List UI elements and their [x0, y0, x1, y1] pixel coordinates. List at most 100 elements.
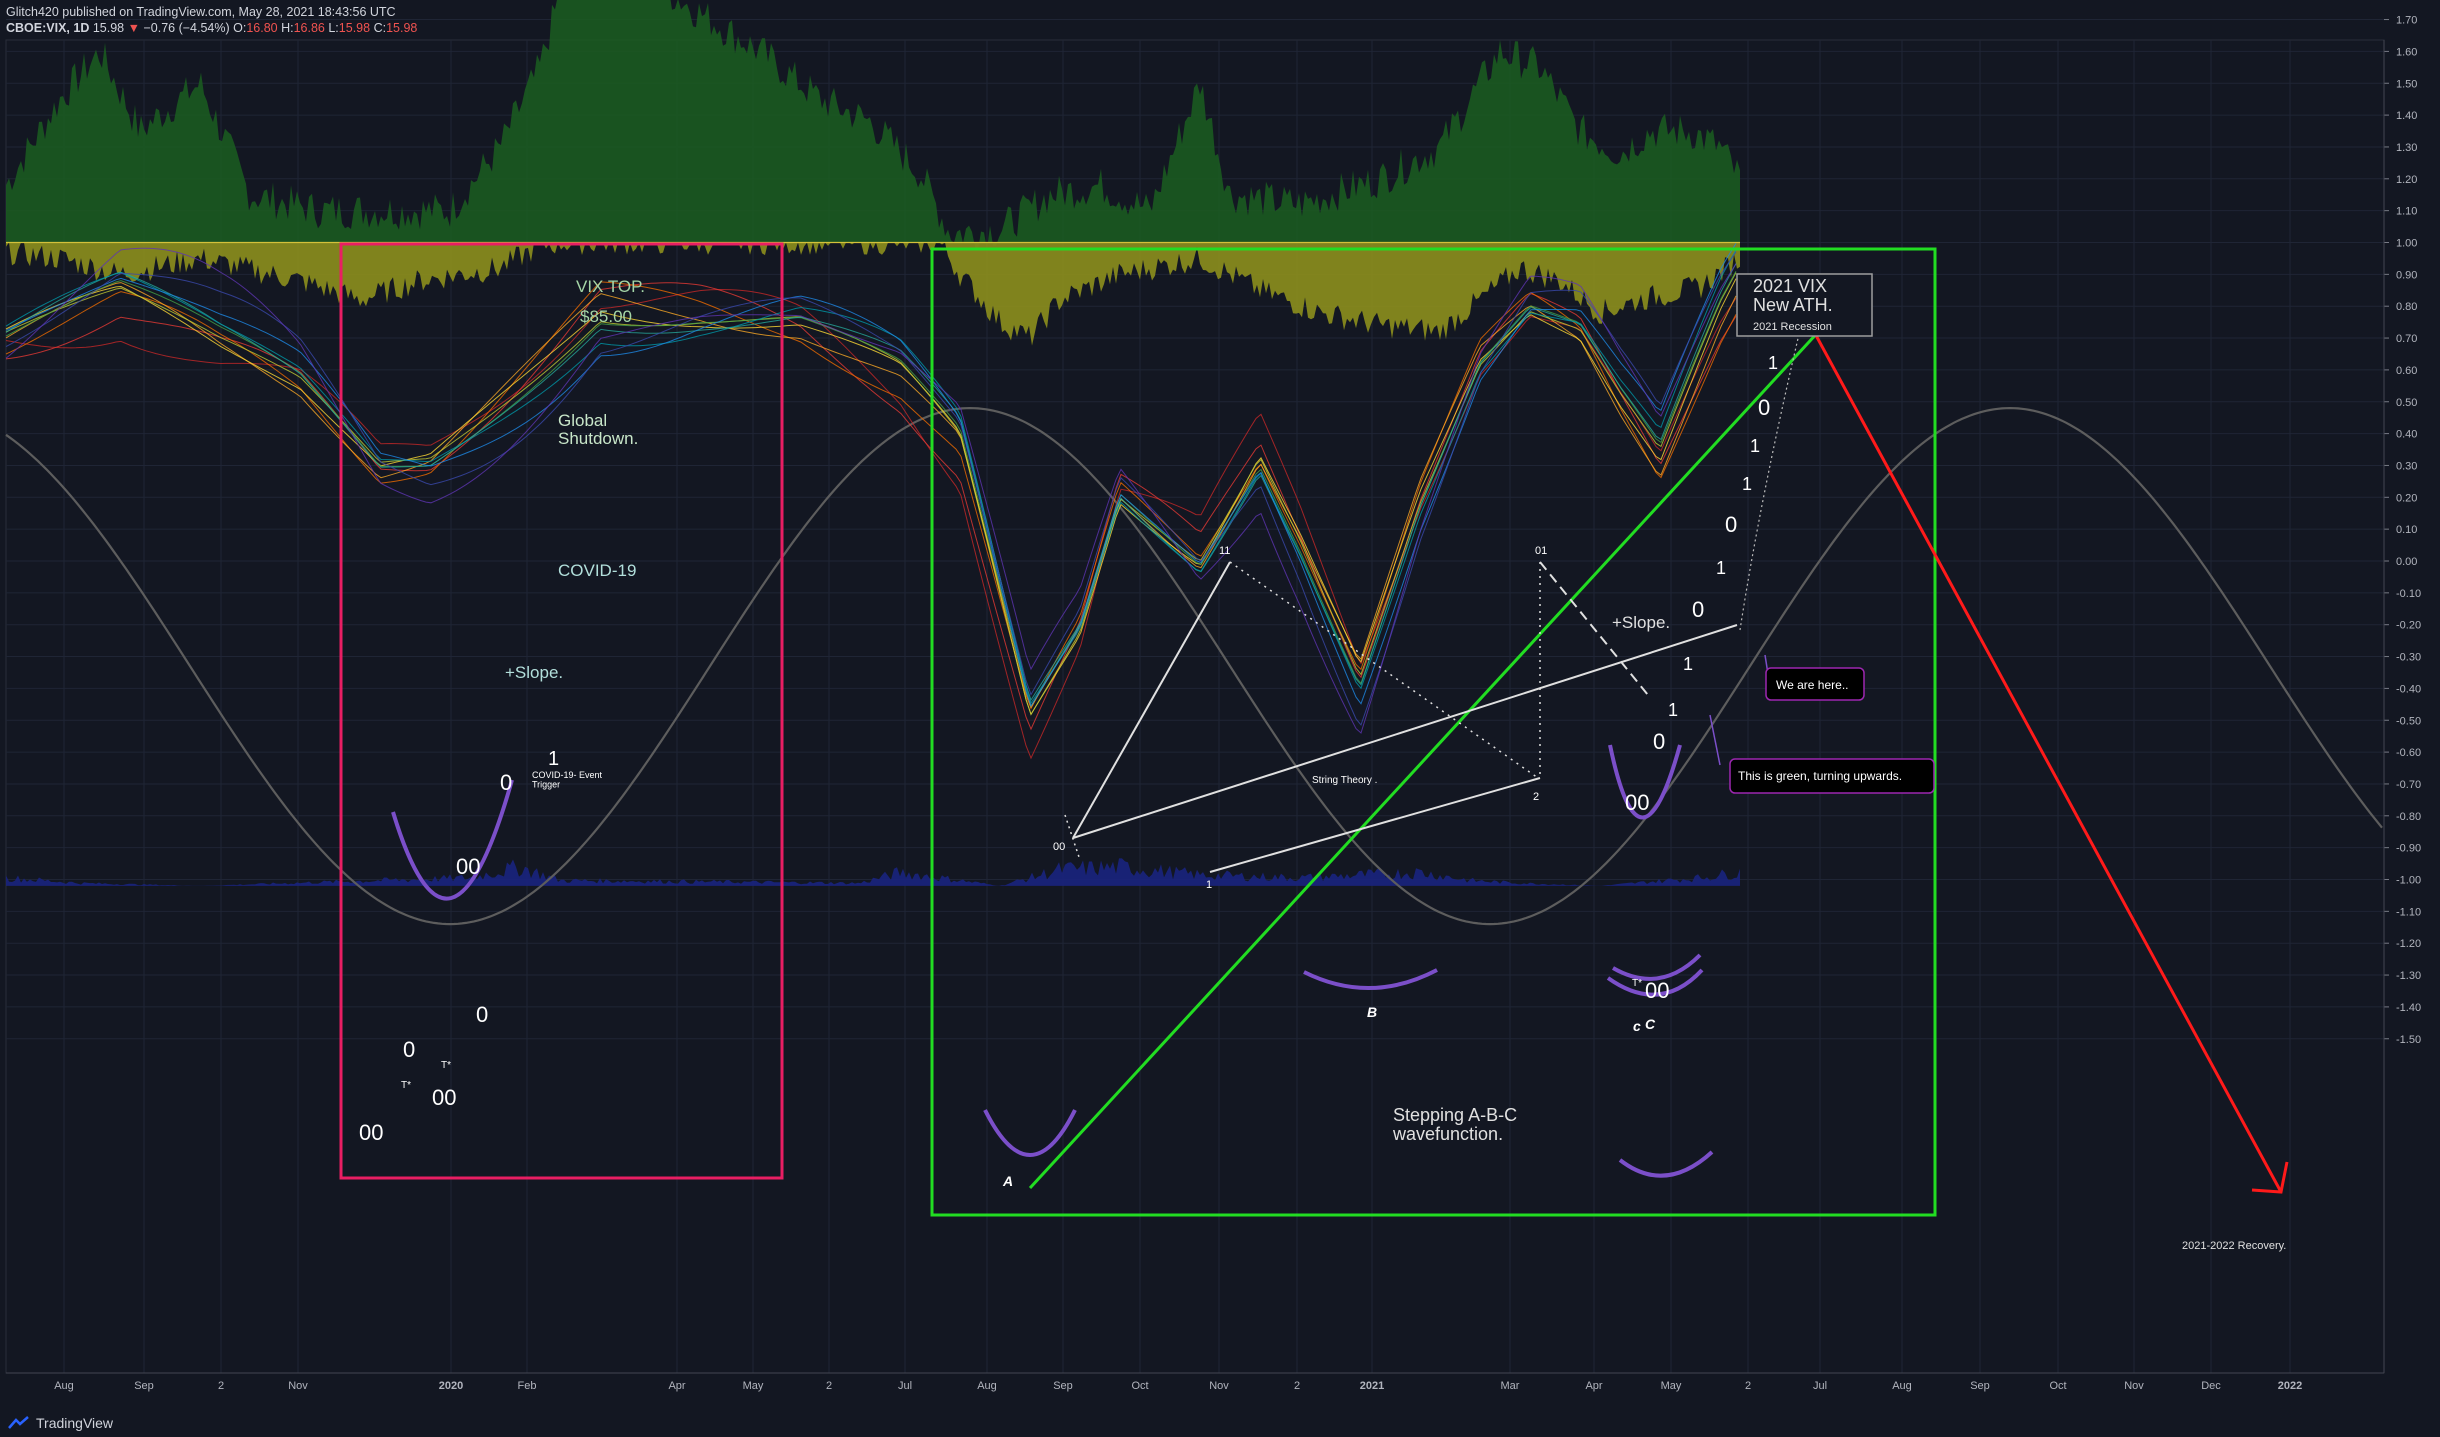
purple-arc-future [1618, 1150, 1714, 1178]
x-tick-label: Jul [1813, 1380, 1827, 1392]
label-string-theory: String Theory . [1312, 775, 1377, 786]
y-tick-label: -0.90 [2396, 843, 2421, 855]
y-tick-label: 1.50 [2396, 78, 2417, 90]
wave-count-digit: 0 [1758, 395, 1770, 420]
label-recovery: 2021-2022 Recovery. [2182, 1240, 2286, 1252]
label-B: B [1367, 1004, 1377, 1020]
wave-count-digit: 1 [1668, 700, 1678, 720]
x-tick-label: Sep [1053, 1380, 1073, 1392]
x-tick-label: Sep [1970, 1380, 1990, 1392]
string-line-1 [1072, 561, 1231, 839]
label-slope-2: +Slope. [1612, 613, 1670, 632]
label-00-small: 00 [1053, 841, 1065, 853]
wave-count-digit: 00 [432, 1085, 456, 1110]
red-arrow-head [2251, 1161, 2289, 1194]
y-tick-label: 1.70 [2396, 15, 2417, 27]
y-tick-label: 1.30 [2396, 142, 2417, 154]
x-tick-label: Jul [898, 1380, 912, 1392]
olive-area [6, 242, 1740, 346]
y-tick-label: 0.80 [2396, 301, 2417, 313]
label-we-are-here: We are here.. [1776, 678, 1848, 692]
callout-pointer-2 [1709, 714, 1721, 766]
y-tick-label: -1.40 [2396, 1002, 2421, 1014]
ribbon-line [5, 263, 1737, 702]
x-tick-label: Oct [2049, 1380, 2066, 1392]
wave-count-digit: 00 [359, 1120, 383, 1145]
x-tick-label: 2020 [439, 1380, 463, 1392]
wave-count-digit: 1 [1768, 353, 1778, 373]
label-slope-1: +Slope. [505, 663, 563, 682]
y-tick-label: 0.50 [2396, 397, 2417, 409]
wave-count-digit: 1 [1750, 436, 1760, 456]
label-covid-trigger: COVID-19- Event Trigger [532, 770, 603, 789]
x-tick-label: Apr [668, 1380, 685, 1392]
ribbon-line [5, 278, 1737, 716]
ribbon-line [5, 271, 1737, 708]
wave-count-digit: T* [1632, 978, 1642, 989]
x-tick-label: Nov [2124, 1380, 2144, 1392]
purple-arc-b [1303, 968, 1438, 990]
y-tick-label: -1.20 [2396, 938, 2421, 950]
y-tick-label: 0.90 [2396, 269, 2417, 281]
wave-count-digit: 1 [1683, 654, 1693, 674]
footer: TradingView [8, 1415, 113, 1431]
y-tick-label: 0.20 [2396, 492, 2417, 504]
x-tick-label: Dec [2201, 1380, 2221, 1392]
wave-count-digit: 0 [476, 1002, 488, 1027]
ribbon-line [5, 247, 1737, 734]
y-tick-label: -1.00 [2396, 875, 2421, 887]
y-tick-label: 0.60 [2396, 365, 2417, 377]
label-11: 11 [1219, 545, 1230, 557]
wave-count-digit: 1 [1742, 474, 1752, 494]
wave-count-digit: 00 [1625, 790, 1649, 815]
x-tick-label: 2 [1294, 1380, 1300, 1392]
x-tick-label: 2022 [2278, 1380, 2302, 1392]
label-2-small: 2 [1533, 791, 1539, 803]
footer-brand[interactable]: TradingView [36, 1415, 113, 1431]
sine-wave [5, 406, 2383, 926]
y-tick-label: 1.60 [2396, 46, 2417, 58]
y-tick-label: 0.00 [2396, 556, 2417, 568]
label-A: A [1002, 1173, 1013, 1189]
wave-count-digit: 0 [1725, 512, 1737, 537]
wave-count-digit: T* [401, 1080, 411, 1091]
y-tick-label: -0.20 [2396, 620, 2421, 632]
chart-canvas[interactable]: 2.602.502.402.302.202.102.001.901.801.70… [0, 0, 2440, 1437]
y-tick-label: -1.50 [2396, 1034, 2421, 1046]
wave-count-digit: 0 [1692, 597, 1704, 622]
y-tick-label: 0.30 [2396, 460, 2417, 472]
label-C: C [1645, 1016, 1656, 1032]
x-tick-label: Aug [1892, 1380, 1912, 1392]
y-tick-label: 1.20 [2396, 174, 2417, 186]
label-1-small: 1 [1206, 879, 1212, 891]
y-tick-label: -0.30 [2396, 652, 2421, 664]
green-area [6, 0, 1740, 251]
ribbon-line [5, 251, 1737, 726]
label-ath-sub: 2021 Recession [1753, 321, 1832, 333]
x-tick-label: Nov [288, 1380, 308, 1392]
y-tick-label: 1.00 [2396, 238, 2417, 250]
wave-count-digit: 00 [1645, 978, 1669, 1003]
y-tick-label: -0.80 [2396, 811, 2421, 823]
x-tick-label: Sep [134, 1380, 154, 1392]
ribbon-line [5, 272, 1737, 716]
x-tick-label: Aug [977, 1380, 997, 1392]
x-tick-label: Oct [1131, 1380, 1148, 1392]
label-ath-title: 2021 VIX New ATH. [1753, 276, 1833, 315]
wave-count-digit: 00 [456, 854, 480, 879]
x-tick-label: 2021 [1360, 1380, 1384, 1392]
y-tick-label: -1.30 [2396, 970, 2421, 982]
label-stepping: Stepping A-B-C wavefunction. [1392, 1105, 1517, 1144]
y-tick-label: -0.60 [2396, 747, 2421, 759]
label-vix-top: VIX TOP. [576, 277, 645, 296]
purple-arc-a [983, 1109, 1077, 1157]
y-tick-label: -0.50 [2396, 715, 2421, 727]
label-c: c [1633, 1018, 1641, 1034]
wave-count-digit: 1 [548, 748, 559, 770]
wave-count-digit: 0 [500, 770, 512, 795]
label-01: 01 [1535, 545, 1547, 557]
tradingview-logo-icon [8, 1416, 29, 1429]
wave-count-digit: T* [441, 1060, 451, 1071]
string-line-3 [1209, 777, 1541, 873]
y-axis: 2.602.502.402.302.202.102.001.901.801.70… [2383, 15, 2421, 1373]
